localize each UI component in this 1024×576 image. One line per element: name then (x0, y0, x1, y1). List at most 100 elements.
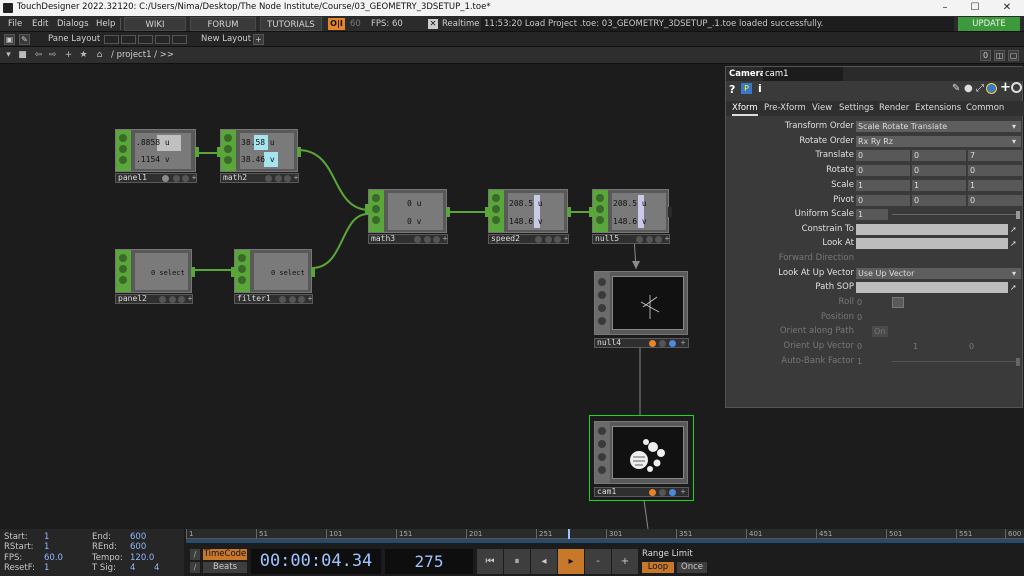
null4-comp-node[interactable] (594, 271, 688, 335)
dropper-icon[interactable]: ➚ (1010, 281, 1017, 294)
timeline-ruler[interactable]: 1 51 101 151 201 251 301 351 401 451 501… (186, 529, 1024, 539)
null5-output[interactable] (668, 207, 672, 217)
translate-x-field[interactable]: 0 (856, 150, 910, 161)
parameter-dialog[interactable]: Camera cam1 ? P i ✎ ● ⤢ + Xform Pre-Xfor… (725, 66, 1024, 408)
rotate-z-field[interactable]: 0 (968, 165, 1022, 176)
frame-display[interactable]: 275 (385, 549, 473, 574)
menu-edit[interactable]: Edit (32, 16, 48, 32)
forward-icon[interactable]: ⇨ (47, 50, 58, 61)
pivot-z-field[interactable]: 0 (968, 195, 1022, 206)
edit-pencil-icon[interactable]: ✎ (952, 83, 960, 94)
speed-down-icon[interactable]: - (585, 549, 611, 574)
network-path[interactable]: / project1 / >> (111, 47, 174, 64)
python-icon[interactable] (986, 83, 997, 94)
speed2-input[interactable] (485, 207, 489, 217)
pane-maximize-icon[interactable]: ▢ (1008, 50, 1019, 61)
start-value[interactable]: 1 (44, 533, 49, 542)
pivot-x-field[interactable]: 0 (856, 195, 910, 206)
pivot-y-field[interactable]: 0 (912, 195, 966, 206)
end-value[interactable]: 600 (130, 533, 146, 542)
update-button[interactable]: UPDATE (958, 17, 1020, 31)
tsig-denominator[interactable]: 4 (154, 564, 159, 573)
uniform-scale-slider-handle[interactable] (1016, 211, 1020, 219)
pane-split-icon[interactable]: ◫ (994, 50, 1005, 61)
step-back-icon[interactable]: ◂ (531, 549, 557, 574)
null5-chop-node[interactable]: 208.5 u 148.6 v (589, 189, 672, 233)
translate-z-field[interactable]: 7 (968, 150, 1022, 161)
speed2-output[interactable] (567, 207, 571, 217)
add-operator-icon[interactable]: + (63, 50, 74, 61)
rotate-x-field[interactable]: 0 (856, 165, 910, 176)
close-icon[interactable]: ✕ (992, 0, 1022, 16)
tab-common[interactable]: Common (966, 101, 1004, 116)
oi-toggle-button[interactable]: O|I (328, 18, 345, 30)
uniform-scale-field[interactable]: 1 (856, 209, 888, 220)
path-sop-field[interactable] (856, 282, 1008, 293)
time-edit-icon[interactable]: / (190, 549, 200, 560)
layout-custom-icon[interactable] (172, 35, 187, 44)
beats-toggle-button[interactable]: Beats (203, 562, 247, 573)
timecode-display[interactable]: 00:00:04.34 (251, 549, 381, 574)
tab-settings[interactable]: Settings (839, 101, 874, 116)
time-range-bar[interactable] (186, 539, 1024, 543)
tab-render[interactable]: Render (879, 101, 909, 116)
layout-single-icon[interactable] (104, 35, 119, 44)
speed2-chop-node[interactable]: 208.5 u 148.6 v (485, 189, 571, 233)
menu-dialogs[interactable]: Dialogs (57, 16, 89, 32)
expand-icon[interactable]: ⤢ (976, 83, 984, 94)
operator-name-field[interactable]: cam1 (763, 67, 843, 81)
look-at-field[interactable] (856, 238, 1008, 249)
maximize-icon[interactable]: ☐ (960, 0, 990, 16)
math2-chop-node[interactable]: 38.58 u 38.46 v (217, 129, 301, 172)
layout-split3-icon[interactable] (138, 35, 153, 44)
tab-view[interactable]: View (812, 101, 832, 116)
time-options-icon[interactable]: / (190, 562, 200, 573)
realtime-checkbox[interactable]: ✕ (428, 19, 438, 29)
fps-value[interactable]: 60.0 (44, 554, 63, 563)
math3-input[interactable] (365, 204, 369, 214)
filter1-chop-node[interactable]: 0 select (231, 249, 315, 293)
rotate-order-menu[interactable]: Rx Ry Rz (856, 136, 1021, 147)
menu-help[interactable]: Help (96, 16, 115, 32)
home-icon[interactable]: ⌂ (94, 50, 105, 61)
playhead[interactable] (568, 529, 570, 539)
skip-to-start-icon[interactable]: ⏮ (477, 549, 503, 574)
menu-file[interactable]: File (8, 16, 22, 32)
rstart-value[interactable]: 1 (44, 543, 49, 552)
help-icon[interactable]: ? (729, 83, 735, 96)
pause-icon[interactable]: ⏸ (504, 549, 530, 574)
once-button[interactable]: Once (677, 562, 707, 573)
translate-y-field[interactable]: 0 (912, 150, 966, 161)
scale-x-field[interactable]: 1 (856, 180, 910, 191)
look-at-up-menu[interactable]: Use Up Vector (856, 268, 1021, 279)
play-icon[interactable]: ▸ (558, 549, 584, 574)
cam1-camera-node[interactable] (594, 421, 688, 484)
panel2-output[interactable] (191, 267, 195, 277)
uniform-scale-slider[interactable] (892, 214, 1018, 215)
constrain-to-field[interactable] (856, 224, 1008, 235)
speed-up-icon[interactable]: + (612, 549, 638, 574)
transform-order-menu[interactable]: Scale Rotate Translate (856, 121, 1021, 132)
tempo-value[interactable]: 120.0 (130, 554, 154, 563)
wiki-button[interactable]: WIKI (124, 17, 186, 31)
pane-edit-icon[interactable]: ✎ (19, 34, 30, 45)
math2-input[interactable] (217, 147, 221, 157)
layout-quad-icon[interactable] (155, 35, 170, 44)
comment-icon[interactable]: ● (964, 83, 973, 94)
layout-split-icon[interactable] (121, 35, 136, 44)
target-icon[interactable] (1011, 82, 1022, 93)
tab-pre-xform[interactable]: Pre-Xform (764, 101, 806, 116)
dropper-icon[interactable]: ➚ (1010, 237, 1017, 250)
rend-value[interactable]: 600 (130, 543, 146, 552)
pane-image-icon[interactable]: ▣ (4, 34, 15, 45)
filter1-output[interactable] (311, 267, 315, 277)
tsig-numerator[interactable]: 4 (130, 564, 135, 573)
math3-chop-node[interactable]: 0 u 0 v (365, 189, 450, 233)
stop-icon[interactable]: ■ (17, 50, 28, 61)
panel1-chop-node[interactable]: .8858 u .1154 v (115, 129, 199, 172)
dropper-icon[interactable]: ➚ (1010, 223, 1017, 236)
tutorials-button[interactable]: TUTORIALS (260, 17, 322, 31)
panel2-chop-node[interactable]: 0 select (115, 249, 195, 293)
null5-input[interactable] (589, 207, 593, 217)
python-help-icon[interactable]: P (741, 83, 752, 94)
